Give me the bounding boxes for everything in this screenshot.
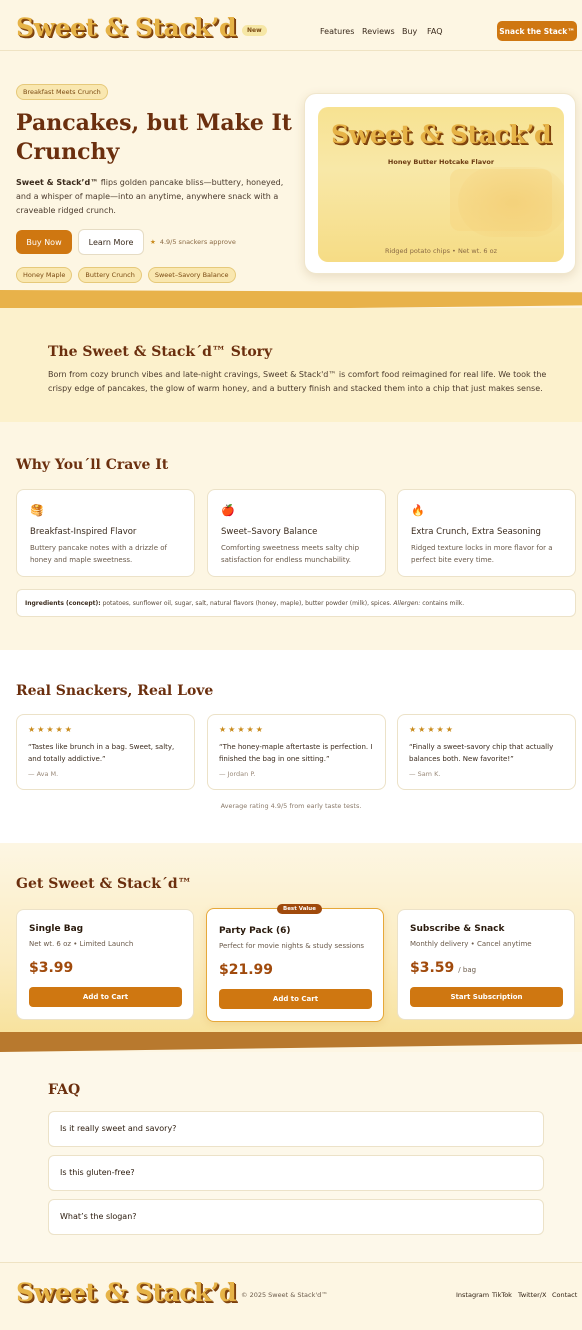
site-footer: Sweet & Stack’d © 2025 Sweet & Stack'd™ … xyxy=(0,1262,582,1330)
footer-logo[interactable]: Sweet & Stack’d xyxy=(16,1278,236,1308)
product-flavor: Honey Butter Hotcake Flavor xyxy=(387,158,495,166)
pricing-title: Get Sweet & Stack´d™ xyxy=(16,876,192,892)
snack-the-stack-button[interactable]: Snack the Stack™ xyxy=(497,21,577,41)
learn-more-button[interactable]: Learn More xyxy=(78,229,144,255)
footer-link-contact[interactable]: Contact xyxy=(552,1291,577,1299)
star-rating: ★★★★★ xyxy=(219,725,265,734)
reviews-section: Real Snackers, Real Love ★★★★★ “Tastes l… xyxy=(0,650,582,843)
product-card: Sweet & Stack’d Honey Butter Hotcake Fla… xyxy=(304,93,576,274)
star-rating: ★★★★★ xyxy=(28,725,74,734)
review-quote: “The honey-maple aftertaste is perfectio… xyxy=(219,743,373,763)
feature-title: Extra Crunch, Extra Seasoning xyxy=(411,527,541,537)
feature-title: Breakfast-Inspired Flavor xyxy=(30,527,137,537)
price-card-single: Single Bag Net wt. 6 oz • Limited Launch… xyxy=(16,909,194,1020)
feature-card: 🔥 Extra Crunch, Extra Seasoning Ridged t… xyxy=(397,489,576,577)
start-subscription-button[interactable]: Start Subscription xyxy=(410,987,563,1007)
pricing-section: Get Sweet & Stack´d™ Single Bag Net wt. … xyxy=(0,843,582,1040)
features-section: Why You´ll Crave It 🥞 Breakfast-Inspired… xyxy=(0,422,582,650)
plan-price: $3.59/ bag xyxy=(410,960,476,976)
allergen-label: Allergen: xyxy=(393,600,421,607)
plan-price: $3.99 xyxy=(29,960,73,976)
copyright: © 2025 Sweet & Stack'd™ xyxy=(241,1291,328,1299)
feature-desc: Ridged texture locks in more flavor for … xyxy=(411,544,553,564)
flavor-tags: Honey Maple Buttery Crunch Sweet–Savory … xyxy=(16,267,236,283)
story-body: Born from cozy brunch vibes and late-nig… xyxy=(48,370,547,393)
flavor-tag: Honey Maple xyxy=(16,267,73,283)
flavor-tag: Sweet–Savory Balance xyxy=(147,267,236,283)
story-section: The Sweet & Stack´d™ Story Born from coz… xyxy=(0,308,582,422)
review-author: — Sam K. xyxy=(409,770,441,778)
plan-price-value: $3.99 xyxy=(29,960,74,976)
nav-buy[interactable]: Buy xyxy=(402,27,417,36)
hero-rating: ★ 4.9/5 snackers approve xyxy=(150,238,236,246)
plan-desc: Perfect for movie nights & study session… xyxy=(219,942,365,950)
review-author: — Jordan P. xyxy=(219,770,256,778)
ingredients-box: Ingredients (concept): potatoes, sunflow… xyxy=(16,589,576,617)
price-card-subscribe: Subscribe & Snack Monthly delivery • Can… xyxy=(397,909,575,1020)
faq-item[interactable]: What’s the slogan? xyxy=(48,1199,544,1235)
plan-price-value: $3.59 xyxy=(410,960,455,976)
best-value-badge: Best Value xyxy=(277,904,322,914)
add-to-cart-button[interactable]: Add to Cart xyxy=(29,987,182,1007)
plan-desc: Monthly delivery • Cancel anytime xyxy=(410,940,532,948)
price-card-party: Best Value Party Pack (6) Perfect for mo… xyxy=(206,904,384,1022)
review-card: ★★★★★ “Tastes like brunch in a bag. Swee… xyxy=(16,714,195,790)
site-header: Sweet & Stack’d New Features Reviews Buy… xyxy=(0,0,582,51)
star-rating: ★★★★★ xyxy=(409,725,455,734)
plan-price-unit: / bag xyxy=(458,966,477,974)
plan-name: Subscribe & Snack xyxy=(410,924,505,934)
product-net-weight: Ridged potato chips • Net wt. 6 oz xyxy=(384,247,498,255)
review-card: ★★★★★ “The honey-maple aftertaste is per… xyxy=(207,714,386,790)
feature-title: Sweet–Savory Balance xyxy=(221,527,318,537)
nav-faq[interactable]: FAQ xyxy=(427,27,443,36)
hero-title: Pancakes, but Make It Crunchy xyxy=(16,110,292,165)
review-quote: “Tastes like brunch in a bag. Sweet, sal… xyxy=(28,743,175,763)
product-chip-blur xyxy=(450,169,552,231)
footer-link-instagram[interactable]: Instagram xyxy=(456,1291,489,1299)
features-title: Why You´ll Crave It xyxy=(16,457,169,473)
plan-desc: Net wt. 6 oz • Limited Launch xyxy=(29,940,134,948)
apple-icon: 🍎 xyxy=(221,504,235,517)
star-icon: ★ xyxy=(150,238,156,246)
fire-icon: 🔥 xyxy=(411,504,425,517)
flavor-tag: Buttery Crunch xyxy=(78,267,142,283)
nav-reviews[interactable]: Reviews xyxy=(362,27,395,36)
faq-item[interactable]: Is this gluten-free? xyxy=(48,1155,544,1191)
plan-price: $21.99 xyxy=(219,962,273,978)
hero-rating-text: 4.9/5 snackers approve xyxy=(159,238,236,246)
buy-now-button[interactable]: Buy Now xyxy=(16,230,72,254)
new-badge: New xyxy=(242,25,267,36)
average-rating: Average rating 4.9/5 from early taste te… xyxy=(220,802,362,810)
allergen-text: contains milk. xyxy=(420,600,465,607)
review-card: ★★★★★ “Finally a sweet-savory chip that … xyxy=(397,714,576,790)
add-to-cart-button[interactable]: Add to Cart xyxy=(219,989,372,1009)
plan-name: Party Pack (6) xyxy=(219,926,291,936)
product-logo: Sweet & Stack’d xyxy=(331,120,551,149)
nav-features[interactable]: Features xyxy=(320,27,354,36)
story-title: The Sweet & Stack´d™ Story xyxy=(48,344,273,360)
ingredients-text: potatoes, sunflower oil, sugar, salt, na… xyxy=(100,600,394,607)
hero-tag: Breakfast Meets Crunch xyxy=(16,84,108,100)
faq-item[interactable]: Is it really sweet and savory? xyxy=(48,1111,544,1147)
feature-card: 🍎 Sweet–Savory Balance Comforting sweetn… xyxy=(207,489,386,577)
footer-link-twitter[interactable]: Twitter/X xyxy=(518,1291,546,1299)
pancake-icon: 🥞 xyxy=(30,504,44,517)
review-author: — Ava M. xyxy=(28,770,59,778)
hero-desc-brand: Sweet & Stack’d™ xyxy=(16,178,99,187)
ingredients-label: Ingredients (concept): xyxy=(25,600,101,607)
feature-card: 🥞 Breakfast-Inspired Flavor Buttery panc… xyxy=(16,489,195,577)
faq-section: FAQ Is it really sweet and savory? Is th… xyxy=(0,1052,582,1262)
feature-desc: Comforting sweetness meets salty chip sa… xyxy=(221,544,360,564)
wave-divider-bottom xyxy=(0,1032,582,1052)
plan-name: Single Bag xyxy=(29,924,84,934)
footer-link-tiktok[interactable]: TikTok xyxy=(492,1291,512,1299)
hero-description: Sweet & Stack’d™ flips golden pancake bl… xyxy=(16,176,296,218)
faq-title: FAQ xyxy=(48,1082,81,1098)
review-quote: “Finally a sweet-savory chip that actual… xyxy=(409,743,554,763)
reviews-title: Real Snackers, Real Love xyxy=(16,683,214,699)
feature-desc: Buttery pancake notes with a drizzle of … xyxy=(30,544,167,564)
plan-price-value: $21.99 xyxy=(219,962,274,978)
product-bag-image: Sweet & Stack’d Honey Butter Hotcake Fla… xyxy=(318,107,564,262)
header-logo[interactable]: Sweet & Stack’d xyxy=(16,13,236,43)
